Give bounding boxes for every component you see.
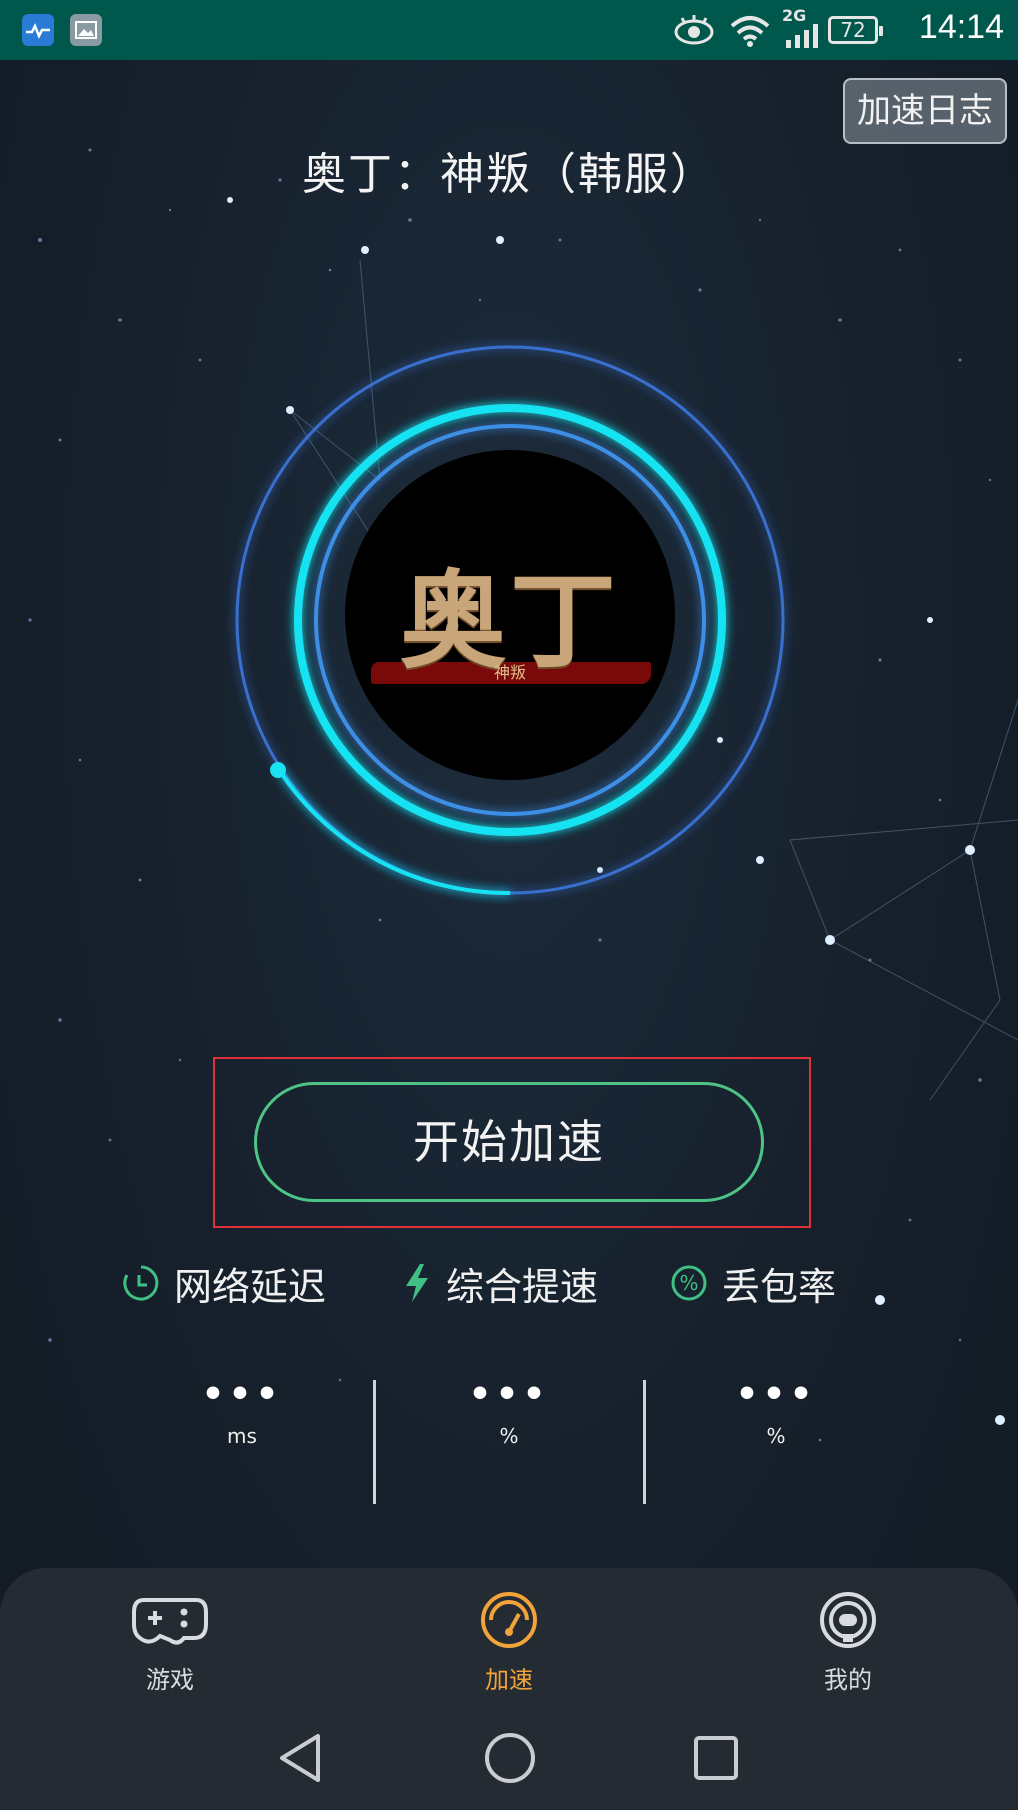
back-icon[interactable] <box>276 1728 326 1788</box>
speedometer-icon <box>481 1592 537 1648</box>
divider <box>373 1380 376 1504</box>
status-bar: 2G 72 14:14 <box>0 0 1018 60</box>
metric-latency-label: 网络延迟 <box>174 1264 327 1309</box>
metric-speedup-label: 综合提速 <box>446 1264 599 1309</box>
speedup-value-text: ••• <box>468 1374 550 1415</box>
latency-value: ••• ms <box>142 1374 342 1449</box>
lightning-icon <box>406 1264 428 1302</box>
nav-item-accelerate[interactable]: 加速 <box>419 1590 599 1695</box>
game-logo: 奥丁 神叛 <box>345 450 675 780</box>
packet-loss-value: ••• % <box>676 1374 876 1449</box>
packet-loss-value-text: ••• <box>735 1374 817 1415</box>
percent-icon: % <box>671 1265 707 1301</box>
home-icon[interactable] <box>480 1728 540 1788</box>
wifi-icon <box>730 16 770 47</box>
latency-unit: ms <box>227 1424 257 1448</box>
clock-icon <box>123 1265 159 1301</box>
latency-value-text: ••• <box>201 1374 283 1415</box>
eye-comfort-icon <box>674 15 714 45</box>
battery-icon: 72 <box>828 16 883 44</box>
nav-label-accelerate: 加速 <box>485 1666 533 1694</box>
metric-speedup: 综合提速 <box>402 1258 599 1309</box>
divider <box>643 1380 646 1504</box>
progress-dot <box>270 762 286 778</box>
metric-latency: 网络延迟 <box>122 1258 327 1309</box>
status-time: 14:14 <box>918 8 1004 46</box>
gamepad-icon <box>132 1598 208 1645</box>
svg-text:%: % <box>679 1271 698 1295</box>
signal-icon <box>786 24 818 48</box>
speedup-unit: % <box>499 1424 519 1448</box>
packet-loss-unit: % <box>766 1424 786 1448</box>
metric-packet-loss-label: 丢包率 <box>722 1264 837 1309</box>
start-acceleration-button[interactable]: 开始加速 <box>254 1082 764 1202</box>
nav-label-games: 游戏 <box>146 1666 194 1694</box>
nav-item-profile[interactable]: 我的 <box>758 1590 938 1695</box>
acceleration-log-button[interactable]: 加速日志 <box>843 78 1007 144</box>
nav-item-games[interactable]: 游戏 <box>80 1590 260 1695</box>
health-app-icon <box>22 14 54 46</box>
nav-label-profile: 我的 <box>824 1666 872 1694</box>
game-title: 奥丁：神叛（韩服） <box>302 149 716 200</box>
profile-icon <box>820 1592 876 1648</box>
gallery-icon <box>70 14 102 46</box>
speedup-value: ••• % <box>409 1374 609 1449</box>
recents-icon[interactable] <box>690 1728 742 1788</box>
metric-packet-loss: % 丢包率 <box>670 1258 837 1309</box>
logo-sub-text: 神叛 <box>493 663 526 682</box>
